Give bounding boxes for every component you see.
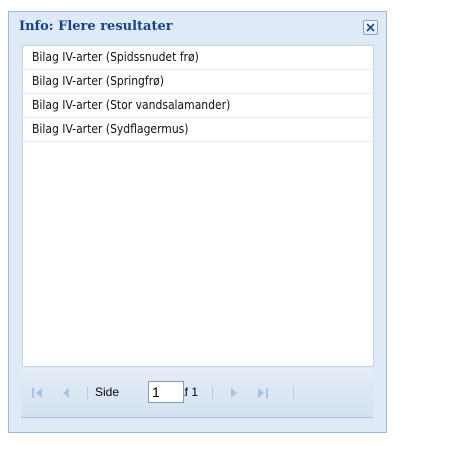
list-item[interactable]: Bilag IV-arter (Springfrø): [23, 70, 373, 94]
page-label: Side: [95, 385, 120, 399]
last-page-icon: [258, 388, 268, 398]
panel-title: Info: Flere resultater: [19, 19, 173, 34]
toolbar-separator: [87, 386, 88, 400]
toolbar-separator: [212, 386, 213, 400]
panel-header: Info: Flere resultater: [9, 12, 386, 41]
list-item[interactable]: Bilag IV-arter (Spidssnudet frø): [23, 46, 373, 70]
paging-toolbar: Side af 1: [21, 368, 373, 418]
first-page-icon: [32, 388, 42, 398]
next-page-button[interactable]: [224, 384, 242, 402]
list-item[interactable]: Bilag IV-arter (Stor vandsalamander): [23, 94, 373, 118]
prev-page-button[interactable]: [58, 384, 76, 402]
next-page-icon: [231, 388, 237, 398]
close-button[interactable]: [363, 20, 378, 35]
prev-page-icon: [63, 388, 69, 398]
page-number-input[interactable]: [148, 381, 184, 403]
toolbar-separator: [293, 386, 294, 400]
list-item[interactable]: Bilag IV-arter (Sydflagermus): [23, 118, 373, 142]
first-page-button[interactable]: [29, 384, 47, 402]
close-icon: [366, 23, 375, 32]
results-list: Bilag IV-arter (Spidssnudet frø) Bilag I…: [22, 45, 374, 367]
last-page-button[interactable]: [253, 384, 271, 402]
